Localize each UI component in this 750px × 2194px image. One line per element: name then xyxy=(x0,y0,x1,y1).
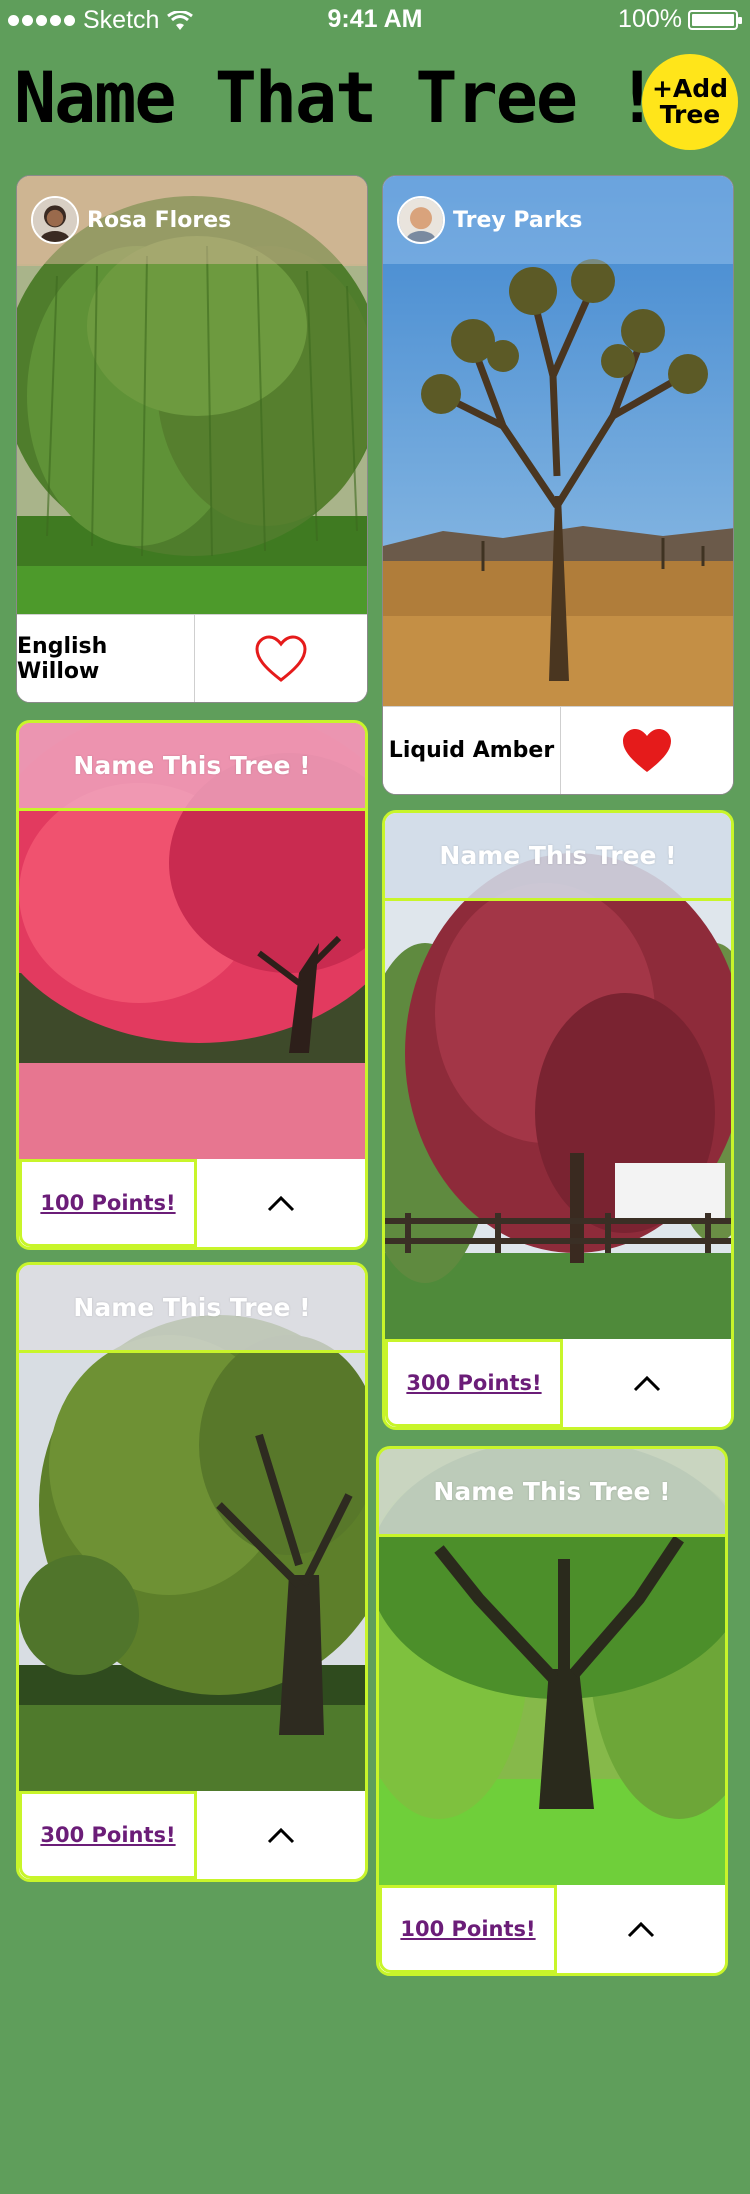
chevron-up-icon[interactable] xyxy=(266,1826,296,1844)
tree-name-cell: Liquid Amber xyxy=(383,707,561,794)
points-cell: 100 Points! xyxy=(19,1159,197,1247)
heart-outline-icon[interactable] xyxy=(254,634,308,684)
card-footer: 100 Points! xyxy=(379,1885,725,1973)
expand-cell xyxy=(563,1339,731,1427)
chevron-up-icon[interactable] xyxy=(266,1194,296,1212)
battery-percent: 100% xyxy=(618,5,682,33)
user-name[interactable]: Rosa Flores xyxy=(87,208,231,233)
chevron-up-icon[interactable] xyxy=(632,1374,662,1392)
challenge-card-red-maple[interactable]: Name This Tree ! 300 Points! xyxy=(382,810,734,1430)
avatar[interactable] xyxy=(397,196,445,244)
challenge-title: Name This Tree ! xyxy=(73,751,311,780)
points-cell: 300 Points! xyxy=(385,1339,563,1427)
points-cell: 100 Points! xyxy=(379,1885,557,1973)
card-footer: English Willow xyxy=(17,614,367,702)
heart-filled-icon[interactable] xyxy=(620,726,674,776)
app-title: Name That Tree ! xyxy=(14,57,658,139)
user-bar: Trey Parks xyxy=(383,176,733,264)
expand-cell xyxy=(197,1159,365,1247)
add-tree-button[interactable]: +Add Tree xyxy=(642,54,738,150)
challenge-title: Name This Tree ! xyxy=(433,1477,671,1506)
points-link[interactable]: 300 Points! xyxy=(406,1371,541,1395)
points-link[interactable]: 100 Points! xyxy=(40,1191,175,1215)
tree-name-cell: English Willow xyxy=(17,615,195,702)
challenge-title: Name This Tree ! xyxy=(439,841,677,870)
challenge-title: Name This Tree ! xyxy=(73,1293,311,1322)
points-box[interactable]: 100 Points! xyxy=(379,1885,557,1973)
challenge-card-oak[interactable]: Name This Tree ! 300 Points! xyxy=(16,1262,368,1882)
challenge-bar: Name This Tree ! xyxy=(385,813,731,901)
challenge-bar: Name This Tree ! xyxy=(379,1449,725,1537)
card-footer: 300 Points! xyxy=(19,1791,365,1879)
tree-name: English Willow xyxy=(17,633,108,684)
tree-card-liquid-amber[interactable]: Trey Parks Liquid Amber xyxy=(382,175,734,795)
points-box[interactable]: 300 Points! xyxy=(19,1791,197,1879)
user-bar: Rosa Flores xyxy=(17,176,367,264)
like-cell xyxy=(561,707,733,794)
battery-icon xyxy=(688,9,742,30)
tree-card-english-willow[interactable]: Rosa Flores English Willow xyxy=(16,175,368,703)
chevron-up-icon[interactable] xyxy=(626,1920,656,1938)
expand-cell xyxy=(557,1885,725,1973)
user-name[interactable]: Trey Parks xyxy=(453,208,582,233)
challenge-card-pink-maple[interactable]: Name This Tree ! 100 Points! xyxy=(16,720,368,1250)
card-footer: 100 Points! xyxy=(19,1159,365,1247)
tree-name: Liquid Amber xyxy=(388,738,555,763)
points-link[interactable]: 300 Points! xyxy=(40,1823,175,1847)
card-footer: Liquid Amber xyxy=(383,706,733,794)
points-box[interactable]: 100 Points! xyxy=(19,1159,197,1247)
status-bar: Sketch 9:41 AM 100% xyxy=(0,0,750,40)
avatar[interactable] xyxy=(31,196,79,244)
challenge-card-forest-tree[interactable]: Name This Tree ! 100 Points! xyxy=(376,1446,728,1976)
points-box[interactable]: 300 Points! xyxy=(385,1339,563,1427)
points-link[interactable]: 100 Points! xyxy=(400,1917,535,1941)
status-right: 100% xyxy=(618,5,742,34)
expand-cell xyxy=(197,1791,365,1879)
challenge-bar: Name This Tree ! xyxy=(19,1265,365,1353)
points-cell: 300 Points! xyxy=(19,1791,197,1879)
like-cell xyxy=(195,615,367,702)
card-footer: 300 Points! xyxy=(385,1339,731,1427)
challenge-bar: Name This Tree ! xyxy=(19,723,365,811)
